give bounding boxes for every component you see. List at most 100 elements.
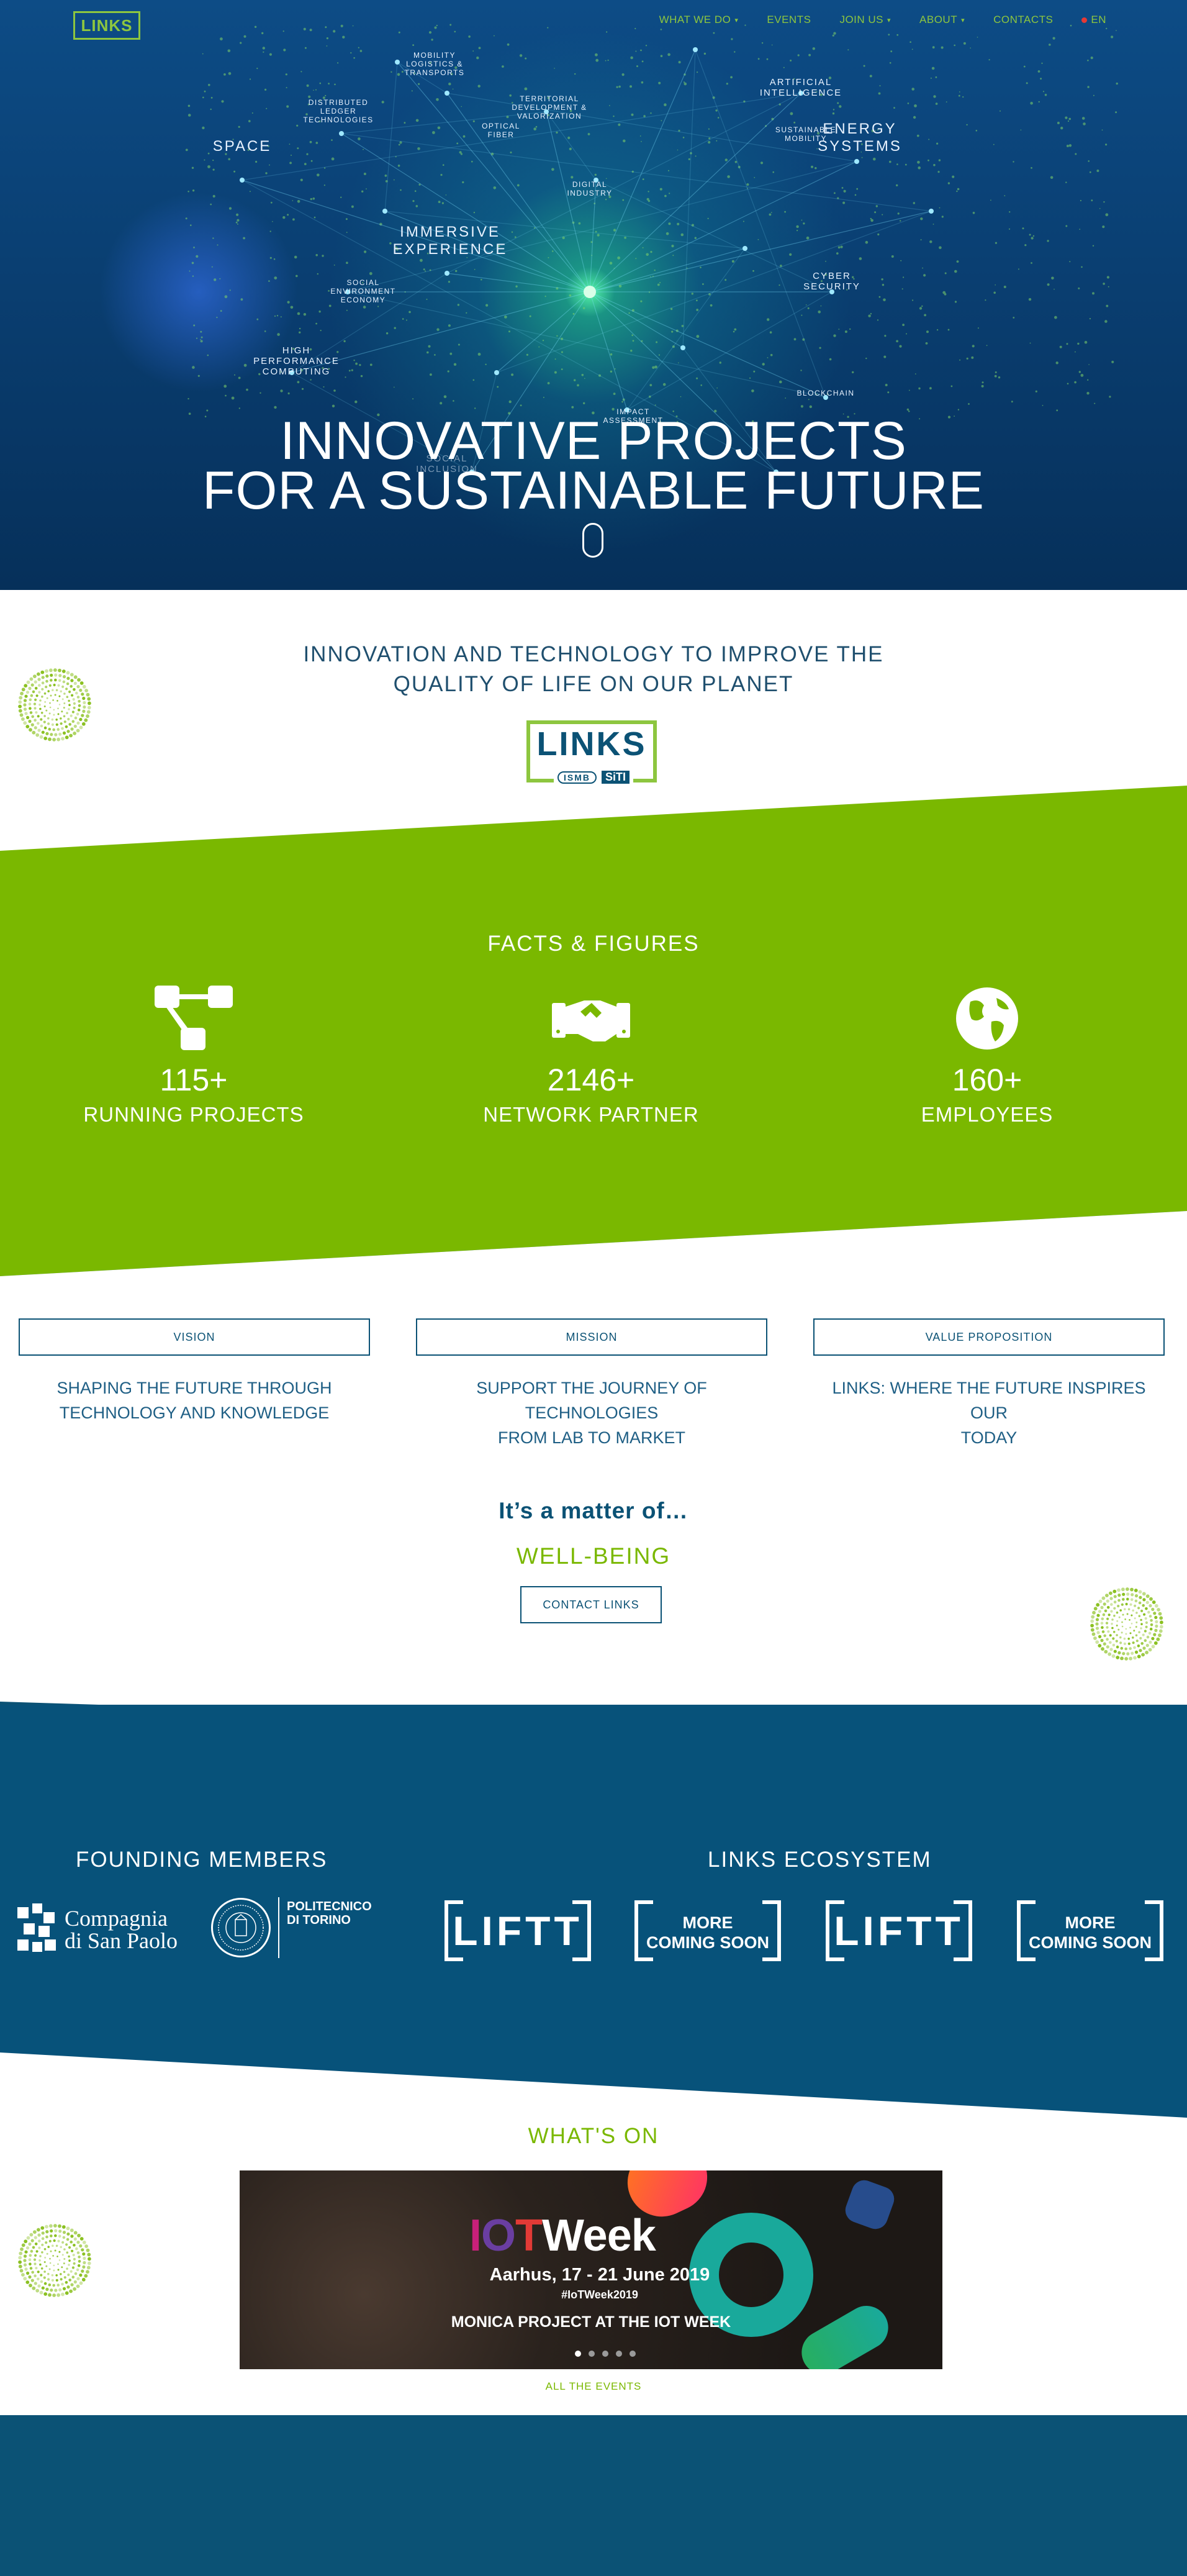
hero-title: INNOVATIVE PROJECTS FOR A SUSTAINABLE FU… [0, 414, 1187, 517]
mission-button[interactable]: MISSION [416, 1318, 767, 1356]
politecnico-torino-logo[interactable]: POLITECNICO DI TORINO [211, 1897, 372, 1958]
ecosystem-liftt-logo[interactable]: LIFTT [826, 1900, 972, 1961]
mission-text-line1: SUPPORT THE JOURNEY OF TECHNOLOGIES [476, 1379, 707, 1422]
hero-label-energy: ENERGY SYSTEMS [818, 120, 902, 155]
nav-join-us[interactable]: JOIN US ▾ [839, 14, 891, 26]
main-navigation: WHAT WE DO ▾ EVENTS JOIN US ▾ ABOUT ▾ CONTA… [659, 14, 1106, 26]
mission-text-line2: FROM LAB TO MARKET [497, 1428, 686, 1447]
hero-label-hpc: HIGH PERFORMANCE COMPUTING [253, 345, 340, 377]
event-date: Aarhus, 17 - 21 June 2019 [489, 2265, 710, 2285]
coming-soon-label: COMING SOON [1028, 1933, 1152, 1952]
brand-i: I [469, 2211, 482, 2261]
handshake-icon [552, 1000, 630, 1041]
mission-text: SUPPORT THE JOURNEY OF TECHNOLOGIES FROM… [416, 1376, 767, 1450]
ecosystem-coming-soon[interactable]: MORE COMING SOON [634, 1900, 781, 1961]
all-events-link[interactable]: ALL THE EVENTS [0, 2380, 1187, 2393]
slider-pagination [575, 2351, 636, 2357]
hero-label-ai: ARTIFICIAL INTELLIGENCE [759, 77, 842, 98]
vision-text: SHAPING THE FUTURE THROUGH TECHNOLOGY AN… [19, 1376, 370, 1425]
csp-line2: di San Paolo [65, 1928, 178, 1953]
brand-t: T [515, 2211, 543, 2261]
scroll-down-icon[interactable] [582, 523, 603, 558]
decorative-dot-circle-icon [18, 2224, 91, 2297]
brand-week: Week [542, 2211, 656, 2261]
hero-label-blockchain: BLOCKCHAIN [797, 389, 855, 397]
matter-of-heading: It’s a matter of… [499, 1498, 688, 1523]
language-label: EN [1091, 14, 1106, 25]
compagnia-san-paolo-text: Compagnia di San Paolo [65, 1907, 178, 1952]
logo-sub: ISMB SiTI [554, 771, 634, 784]
hero-label-dlt: DISTRIBUTED LEDGER TECHNOLOGIES [303, 98, 374, 124]
value-proposition-button[interactable]: VALUE PROPOSITION [813, 1318, 1165, 1356]
vision-text-line1: SHAPING THE FUTURE THROUGH [56, 1379, 332, 1397]
coming-soon-text: MORE COMING SOON [638, 1904, 777, 1952]
fact-value: 2146+ [547, 1063, 635, 1097]
value-proposition-text-line1: LINKS: WHERE THE FUTURE INSPIRES OUR [832, 1379, 1146, 1422]
sitemap-icon [155, 986, 233, 1050]
slider-dot[interactable] [589, 2351, 595, 2357]
ecosystem-liftt-logo[interactable]: LIFTT [445, 1900, 591, 1961]
hero-label-social-env: SOCIAL ENVIRONMENT ECONOMY [330, 278, 396, 304]
intro-tagline: INNOVATION AND TECHNOLOGY TO IMPROVE THE… [0, 640, 1187, 699]
links-logo[interactable]: LINKS [73, 11, 140, 40]
nav-events[interactable]: EVENTS [767, 14, 811, 26]
facts-title: FACTS & FIGURES [487, 932, 700, 956]
fact-label: NETWORK PARTNER [483, 1103, 699, 1126]
fact-value: 160+ [952, 1063, 1022, 1097]
hero-label-mobility: MOBILITY LOGISTICS & TRANSPORTS [404, 51, 465, 77]
chevron-down-icon: ▾ [887, 16, 891, 24]
polito-divider [278, 1897, 279, 1958]
polito-line2: DI TORINO [287, 1913, 351, 1927]
liftt-wordmark: LIFTT [453, 1908, 583, 1954]
vision-text-line2: TECHNOLOGY AND KNOWLEDGE [59, 1404, 330, 1422]
siti-logo: SiTI [602, 771, 630, 784]
polito-seal-icon [211, 1898, 271, 1957]
chevron-down-icon: ▾ [734, 16, 739, 24]
more-label: MORE [1065, 1913, 1116, 1932]
coming-soon-label: COMING SOON [646, 1933, 769, 1952]
slider-dot[interactable] [616, 2351, 622, 2357]
fact-running-projects: 115+ RUNNING PROJECTS [32, 984, 355, 1127]
fact-label: EMPLOYEES [921, 1103, 1054, 1126]
intro-line2: QUALITY OF LIFE ON OUR PLANET [393, 672, 794, 696]
decor-shape [793, 2298, 896, 2369]
hero-label-optical: OPTICAL FIBER [482, 122, 520, 139]
csp-line1: Compagnia [65, 1906, 168, 1931]
flag-icon [1081, 17, 1088, 23]
hero-section: LINKS WHAT WE DO ▾ EVENTS JOIN US ▾ ABOUT ▾… [0, 0, 1187, 590]
fact-label: RUNNING PROJECTS [83, 1103, 304, 1126]
compagnia-san-paolo-logo[interactable]: Compagnia di San Paolo [17, 1903, 178, 1956]
contact-links-button[interactable]: CONTACT LINKS [520, 1586, 662, 1623]
slider-dot[interactable] [630, 2351, 636, 2357]
decorative-dot-circle-icon [1090, 1587, 1163, 1661]
nav-about[interactable]: ABOUT ▾ [919, 14, 965, 26]
decorative-dot-circle-icon [18, 668, 91, 742]
compagnia-san-paolo-mark-icon [17, 1903, 56, 1952]
nav-about-label: ABOUT [919, 14, 958, 25]
vision-section [0, 1211, 1187, 1739]
globe-icon [956, 987, 1018, 1050]
more-label: MORE [682, 1913, 733, 1932]
hero-label-territorial: TERRITORIAL DEVELOPMENT & VALORIZATION [512, 94, 587, 120]
slider-dot[interactable] [575, 2351, 581, 2357]
links-ismb-siti-logo: LINKS ISMB SiTI [526, 720, 657, 784]
ecosystem-coming-soon[interactable]: MORE COMING SOON [1017, 1900, 1163, 1961]
slider-dot[interactable] [602, 2351, 608, 2357]
fact-employees: 160+ EMPLOYEES [826, 984, 1149, 1127]
intro-line1: INNOVATION AND TECHNOLOGY TO IMPROVE THE [303, 642, 884, 666]
event-slider[interactable]: IOTWeek Aarhus, 17 - 21 June 2019 #IoTWe… [240, 2170, 942, 2369]
logo-wordmark: LINKS [536, 725, 647, 763]
vision-button[interactable]: VISION [19, 1318, 370, 1356]
nav-contacts[interactable]: CONTACTS [993, 14, 1053, 26]
language-switcher[interactable]: EN [1081, 14, 1106, 26]
nav-what-we-do[interactable]: WHAT WE DO ▾ [659, 14, 739, 26]
hero-label-immersive: IMMERSIVE EXPERIENCE [392, 224, 508, 258]
ismb-logo: ISMB [557, 771, 597, 784]
links-ecosystem-title: LINKS ECOSYSTEM [708, 1848, 932, 1872]
liftt-wordmark: LIFTT [834, 1908, 964, 1954]
coming-soon-text: MORE COMING SOON [1021, 1904, 1160, 1952]
members-section [0, 1705, 1187, 2121]
nav-join-us-label: JOIN US [839, 14, 883, 25]
hero-label-space: SPACE [212, 138, 272, 155]
hero-title-line2: FOR A SUSTAINABLE FUTURE [202, 461, 985, 520]
